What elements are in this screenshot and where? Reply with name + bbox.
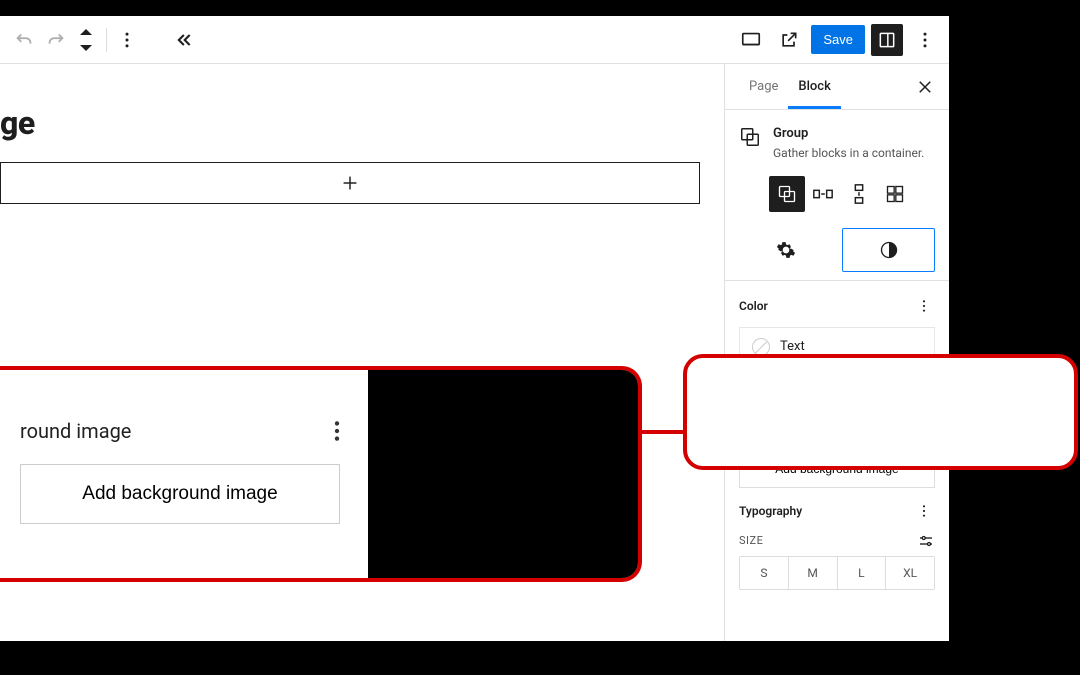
redo-button[interactable] [40, 24, 72, 56]
styles-tab[interactable] [842, 228, 935, 272]
typography-section-title: Typography [739, 504, 802, 518]
zoom-annotation: round image Add background image [0, 366, 642, 582]
close-sidebar-button[interactable] [909, 71, 941, 103]
divider [106, 28, 107, 52]
variant-grid[interactable] [877, 176, 913, 212]
color-text-row[interactable]: Text [739, 327, 935, 366]
empty-swatch-icon [752, 338, 770, 356]
tab-block[interactable]: Block [788, 65, 840, 109]
size-l[interactable]: L [838, 557, 887, 589]
tab-page[interactable]: Page [739, 65, 788, 109]
variant-stack[interactable] [841, 176, 877, 212]
group-block-icon [739, 126, 761, 162]
size-m[interactable]: M [789, 557, 838, 589]
collapse-toolbar-button[interactable] [167, 24, 199, 56]
page-title[interactable]: ge [0, 104, 704, 142]
annotation-connector [642, 430, 684, 434]
typography-options-button[interactable] [913, 500, 935, 522]
settings-tab[interactable] [739, 228, 832, 272]
size-s[interactable]: S [740, 557, 789, 589]
size-segments: S M L XL [739, 556, 935, 590]
more-menu-button[interactable] [909, 24, 941, 56]
block-name: Group [773, 126, 935, 141]
more-icon [324, 418, 350, 444]
variant-group[interactable] [769, 176, 805, 212]
options-button[interactable] [111, 24, 143, 56]
block-description: Gather blocks in a container. [773, 145, 935, 162]
color-section-title: Color [739, 299, 768, 313]
layout-variants [725, 172, 949, 226]
zoom-title: round image [20, 419, 131, 443]
desktop-view-button[interactable] [735, 24, 767, 56]
undo-button[interactable] [8, 24, 40, 56]
size-xl[interactable]: XL [886, 557, 934, 589]
add-block-button[interactable] [0, 162, 700, 204]
color-background-label: Background [780, 378, 849, 393]
bg-image-section-title: Background image [739, 422, 840, 436]
add-bg-image-button[interactable]: Add background image [739, 450, 935, 488]
variant-row[interactable] [805, 176, 841, 212]
sliders-icon[interactable] [917, 532, 935, 550]
color-options-button[interactable] [913, 295, 935, 317]
empty-swatch-icon [752, 377, 770, 395]
size-label: SIZE [739, 534, 763, 547]
move-up-button[interactable] [70, 26, 102, 40]
external-link-button[interactable] [773, 24, 805, 56]
top-toolbar: Save [0, 16, 949, 64]
color-background-row[interactable]: Background [739, 366, 935, 406]
bg-image-options-button[interactable] [913, 418, 935, 440]
settings-sidebar: Page Block Group Gather blocks in a cont… [724, 64, 949, 641]
settings-panel-toggle[interactable] [871, 24, 903, 56]
zoom-add-bg-button[interactable]: Add background image [20, 464, 340, 524]
move-down-button[interactable] [70, 40, 102, 54]
save-button[interactable]: Save [811, 25, 865, 54]
color-text-label: Text [780, 339, 805, 354]
